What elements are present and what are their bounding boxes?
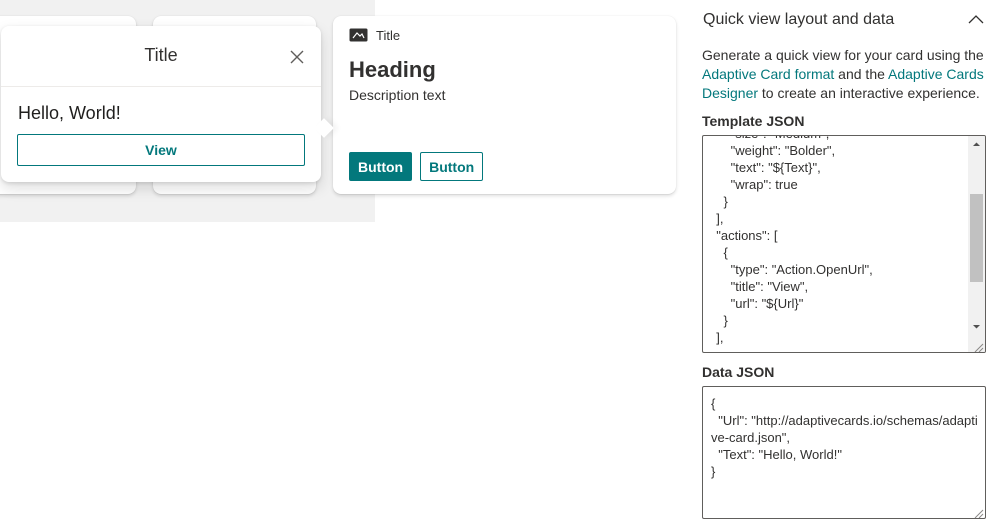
adaptive-card-icon xyxy=(349,28,368,43)
scroll-thumb[interactable] xyxy=(970,194,983,282)
card-secondary-button[interactable]: Button xyxy=(420,152,484,181)
card-description: Description text xyxy=(349,87,446,103)
scroll-up-icon[interactable] xyxy=(968,136,985,153)
template-json-label: Template JSON xyxy=(702,113,805,129)
data-json-content: { "Url": "http://adaptivecards.io/schema… xyxy=(711,396,978,479)
card-preview-main[interactable]: Title Heading Description text Button Bu… xyxy=(333,16,676,194)
card-primary-button[interactable]: Button xyxy=(349,152,413,181)
adaptive-card-format-link[interactable]: Adaptive Card format xyxy=(702,66,834,82)
template-json-content: "size": "Medium", "weight": "Bolder", "t… xyxy=(716,136,873,352)
data-json-label: Data JSON xyxy=(702,364,775,380)
template-json-scrollbar[interactable] xyxy=(968,136,985,352)
card-header-title: Title xyxy=(376,28,401,43)
resize-grip-icon[interactable] xyxy=(973,506,984,518)
description-mid: and the xyxy=(834,66,889,82)
scroll-down-icon[interactable] xyxy=(968,318,985,335)
section-description: Generate a quick view for your card usin… xyxy=(702,46,992,103)
data-json-textarea[interactable]: { "Url": "http://adaptivecards.io/schema… xyxy=(702,386,986,519)
resize-grip-icon[interactable] xyxy=(973,340,984,352)
quick-view-popup: Title Hello, World! View xyxy=(1,26,334,182)
popup-divider xyxy=(1,86,321,87)
chevron-up-icon[interactable] xyxy=(968,12,984,24)
view-button[interactable]: View xyxy=(17,134,305,166)
template-json-textarea[interactable]: "size": "Medium", "weight": "Bolder", "t… xyxy=(702,135,986,353)
section-title[interactable]: Quick view layout and data xyxy=(703,11,894,29)
card-heading: Heading xyxy=(349,57,436,82)
property-pane: Quick view layout and data Generate a qu… xyxy=(690,0,993,525)
description-prefix: Generate a quick view for your card usin… xyxy=(702,47,984,63)
card-header: Title xyxy=(349,28,400,43)
quick-view-body-text: Hello, World! xyxy=(18,103,121,123)
card-actions: Button Button xyxy=(349,152,484,181)
close-icon[interactable] xyxy=(287,47,307,67)
quick-view-title: Title xyxy=(144,45,178,65)
description-suffix: to create an interactive experience. xyxy=(758,85,980,101)
